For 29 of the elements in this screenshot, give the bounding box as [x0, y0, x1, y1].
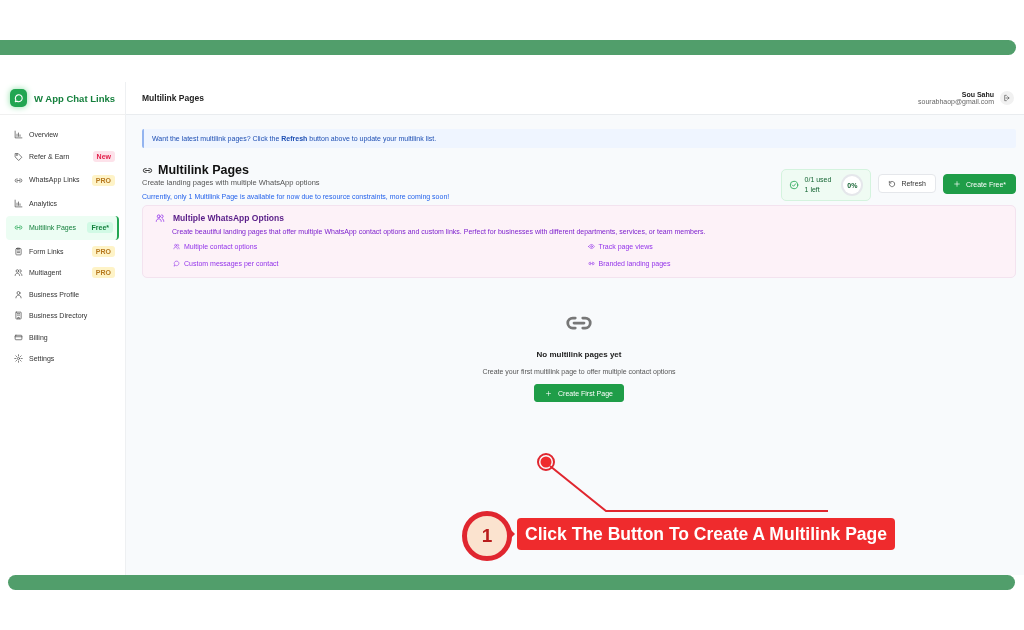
credit-card-icon [14, 332, 23, 342]
page-title: Multilink Pages [158, 163, 249, 177]
brand-name: W App Chat Links [34, 92, 115, 104]
building-icon [14, 311, 23, 321]
tag-icon [14, 151, 23, 161]
users-icon [173, 243, 180, 250]
bar-chart-icon [14, 199, 23, 209]
user-icon [14, 289, 23, 299]
bar-chart-icon [14, 130, 23, 140]
features-title: Multiple WhatsApp Options [173, 213, 284, 223]
users-icon [14, 268, 23, 278]
refresh-icon [888, 179, 897, 188]
app-logo-icon [10, 89, 28, 107]
logout-icon [1003, 94, 1011, 102]
page-header-title: Multilink Pages [142, 93, 205, 103]
empty-state-title: No multilink pages yet [536, 350, 622, 359]
link-icon [587, 260, 595, 267]
plus-icon [952, 180, 961, 188]
users-icon [155, 213, 165, 223]
clipboard-icon [14, 246, 23, 256]
eye-icon [587, 243, 595, 250]
link-icon [14, 223, 23, 232]
step-instruction: Click The Button To Create A Multilink Page [517, 518, 896, 550]
logout-button[interactable] [1000, 91, 1014, 105]
check-circle-icon [788, 180, 799, 190]
link-icon [14, 175, 23, 185]
settings-icon [14, 354, 23, 364]
speech-bubble-icon [173, 260, 180, 267]
plus-icon [545, 389, 553, 397]
